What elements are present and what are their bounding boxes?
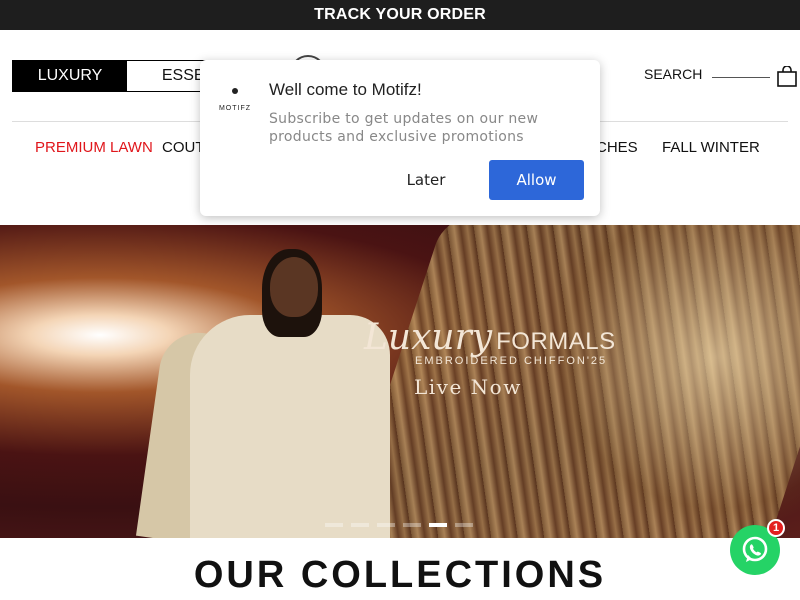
popup-logo: MOTIFZ xyxy=(218,88,252,112)
search-input-underline[interactable] xyxy=(712,77,770,78)
hero-banner[interactable]: Luxury FORMALS EMBROIDERED CHIFFON'25 Liv… xyxy=(0,225,800,538)
nav-couture[interactable]: COUT xyxy=(162,139,205,156)
hero-title-script: Luxury xyxy=(364,317,493,358)
hero-title-caps: FORMALS xyxy=(496,328,616,355)
popup-title: Well come to Motifz! xyxy=(269,80,422,99)
section-title: OUR COLLECTIONS xyxy=(193,554,607,596)
cart-icon[interactable] xyxy=(776,65,798,93)
hero-subtitle: EMBROIDERED CHIFFON'25 xyxy=(415,355,608,367)
carousel-dot[interactable] xyxy=(351,523,369,527)
later-button[interactable]: Later xyxy=(390,160,462,200)
notification-popup: MOTIFZ Well come to Motifz! Subscribe to… xyxy=(200,60,600,216)
hero-title: Luxury FORMALS xyxy=(364,317,616,358)
allow-button[interactable]: Allow xyxy=(489,160,584,200)
carousel-dot[interactable] xyxy=(377,523,395,527)
announcement-bar: TRACK YOUR ORDER xyxy=(0,0,800,30)
popup-message: Subscribe to get updates on our new prod… xyxy=(269,111,539,145)
hero-cta[interactable]: Live Now xyxy=(414,375,522,399)
hero-fabric-highlight xyxy=(560,225,800,538)
nav-pouches[interactable]: CHES xyxy=(596,139,638,156)
carousel-indicators xyxy=(325,523,473,527)
luxury-tab[interactable]: LUXURY xyxy=(13,61,127,91)
whatsapp-icon xyxy=(742,536,768,562)
carousel-dot[interactable] xyxy=(455,523,473,527)
nav-premium-lawn[interactable]: PREMIUM LAWN xyxy=(35,139,153,156)
whatsapp-badge: 1 xyxy=(767,519,785,537)
carousel-dot[interactable] xyxy=(325,523,343,527)
search-label[interactable]: SEARCH xyxy=(644,66,702,82)
popup-logo-text: MOTIFZ xyxy=(218,105,252,112)
hero-model-image xyxy=(135,245,390,538)
carousel-dot-active[interactable] xyxy=(429,523,447,527)
nav-fall-winter[interactable]: FALL WINTER xyxy=(662,139,760,156)
track-order-link[interactable]: TRACK YOUR ORDER xyxy=(314,6,486,24)
carousel-dot[interactable] xyxy=(403,523,421,527)
